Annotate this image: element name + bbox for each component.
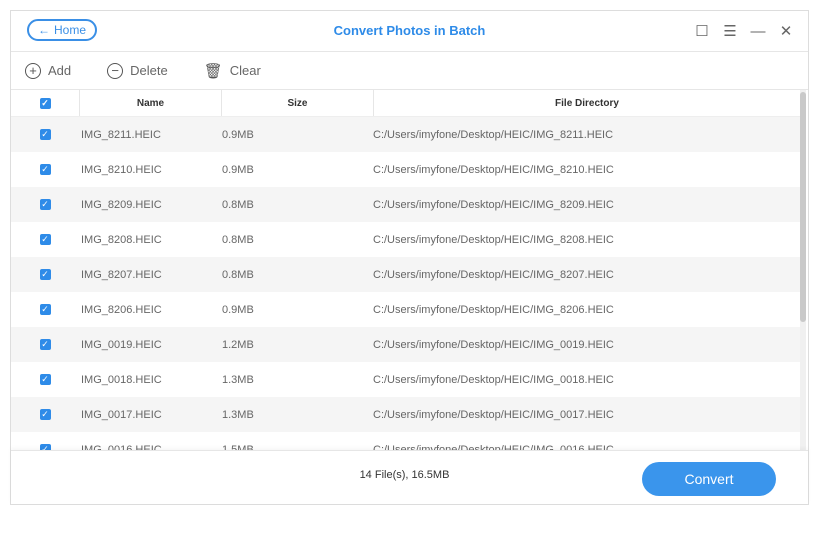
file-name: IMG_8209.HEIC [81, 198, 162, 211]
file-size: 0.9MB [222, 128, 254, 141]
delete-label: Delete [130, 63, 168, 78]
select-all-checkbox[interactable]: ✓ [39, 97, 51, 109]
header-directory: File Directory [555, 97, 619, 109]
file-size: 0.9MB [222, 163, 254, 176]
row-checkbox[interactable]: ✓ [39, 129, 51, 140]
scrollbar-thumb[interactable] [800, 92, 806, 322]
menu-icon[interactable]: ☰ [722, 23, 738, 40]
row-checkbox[interactable]: ✓ [39, 234, 51, 245]
file-size: 1.3MB [222, 373, 254, 386]
row-checkbox[interactable]: ✓ [39, 199, 51, 210]
header-name: Name [80, 90, 222, 116]
file-name: IMG_0018.HEIC [81, 373, 162, 386]
plus-circle-icon: + [25, 62, 41, 79]
row-checkbox[interactable]: ✓ [39, 304, 51, 315]
table-row[interactable]: ✓ IMG_8209.HEIC 0.8MB C:/Users/imyfone/D… [11, 187, 800, 222]
footer: 14 File(s), 16.5MB Convert [11, 450, 808, 504]
table-row[interactable]: ✓ IMG_0019.HEIC 1.2MB C:/Users/imyfone/D… [11, 327, 800, 362]
file-directory: C:/Users/imyfone/Desktop/HEIC/IMG_0017.H… [373, 408, 614, 421]
file-name: IMG_8208.HEIC [81, 233, 162, 246]
clear-label: Clear [229, 63, 261, 78]
header-size: Size [222, 90, 374, 116]
file-size: 0.9MB [222, 303, 254, 316]
trash-icon: 🗑︎ [203, 62, 223, 80]
row-checkbox[interactable]: ✓ [39, 339, 51, 350]
file-size: 0.8MB [222, 198, 254, 211]
table-row[interactable]: ✓ IMG_8207.HEIC 0.8MB C:/Users/imyfone/D… [11, 257, 800, 292]
table-row[interactable]: ✓ IMG_8208.HEIC 0.8MB C:/Users/imyfone/D… [11, 222, 800, 257]
row-checkbox[interactable]: ✓ [39, 269, 51, 280]
file-table: ✓ Name Size File Directory ✓ IMG_8211.HE… [11, 90, 800, 450]
convert-window: ← Home Convert Photos in Batch ☐ ☰ — ✕ +… [10, 10, 809, 505]
row-checkbox[interactable]: ✓ [39, 164, 51, 175]
table-row[interactable]: ✓ IMG_0017.HEIC 1.3MB C:/Users/imyfone/D… [11, 397, 800, 432]
title-bar: ← Home Convert Photos in Batch ☐ ☰ — ✕ [11, 11, 808, 52]
row-checkbox[interactable]: ✓ [39, 374, 51, 385]
table-row[interactable]: ✓ IMG_0016.HEIC 1.5MB C:/Users/imyfone/D… [11, 432, 800, 450]
scrollbar[interactable] [800, 90, 806, 450]
file-name: IMG_8211.HEIC [81, 128, 161, 141]
file-size: 0.8MB [222, 233, 254, 246]
file-name: IMG_0019.HEIC [81, 338, 162, 351]
file-directory: C:/Users/imyfone/Desktop/HEIC/IMG_0019.H… [373, 338, 614, 351]
minus-circle-icon: − [107, 62, 124, 79]
toolbar: + Add − Delete 🗑︎ Clear [11, 52, 808, 90]
close-icon[interactable]: ✕ [778, 23, 794, 40]
table-row[interactable]: ✓ IMG_8206.HEIC 0.9MB C:/Users/imyfone/D… [11, 292, 800, 327]
add-button[interactable]: + Add [25, 62, 72, 79]
file-directory: C:/Users/imyfone/Desktop/HEIC/IMG_8208.H… [373, 233, 614, 246]
delete-button[interactable]: − Delete [107, 62, 168, 79]
clear-button[interactable]: 🗑︎ Clear [204, 62, 261, 80]
minimize-icon[interactable]: — [750, 23, 766, 40]
file-name: IMG_8206.HEIC [81, 303, 162, 316]
file-directory: C:/Users/imyfone/Desktop/HEIC/IMG_8207.H… [373, 268, 614, 281]
table-header: ✓ Name Size File Directory [11, 90, 800, 117]
table-row[interactable]: ✓ IMG_8211.HEIC 0.9MB C:/Users/imyfone/D… [11, 117, 800, 152]
file-name: IMG_8210.HEIC [81, 163, 162, 176]
file-directory: C:/Users/imyfone/Desktop/HEIC/IMG_8210.H… [373, 163, 614, 176]
file-size: 0.8MB [222, 268, 254, 281]
add-label: Add [48, 63, 72, 78]
convert-button[interactable]: Convert [642, 462, 776, 496]
file-directory: C:/Users/imyfone/Desktop/HEIC/IMG_8209.H… [373, 198, 614, 211]
table-row[interactable]: ✓ IMG_8210.HEIC 0.9MB C:/Users/imyfone/D… [11, 152, 800, 187]
row-checkbox[interactable]: ✓ [39, 409, 51, 420]
table-row[interactable]: ✓ IMG_0018.HEIC 1.3MB C:/Users/imyfone/D… [11, 362, 800, 397]
file-directory: C:/Users/imyfone/Desktop/HEIC/IMG_8211.H… [373, 128, 614, 141]
file-size: 1.3MB [222, 408, 254, 421]
file-name: IMG_8207.HEIC [81, 268, 162, 281]
file-name: IMG_0017.HEIC [81, 408, 162, 421]
file-directory: C:/Users/imyfone/Desktop/HEIC/IMG_8206.H… [373, 303, 614, 316]
feedback-icon[interactable]: ☐ [694, 23, 710, 40]
file-directory: C:/Users/imyfone/Desktop/HEIC/IMG_0018.H… [373, 373, 614, 386]
file-size: 1.2MB [222, 338, 254, 351]
window-title: Convert Photos in Batch [333, 23, 486, 38]
